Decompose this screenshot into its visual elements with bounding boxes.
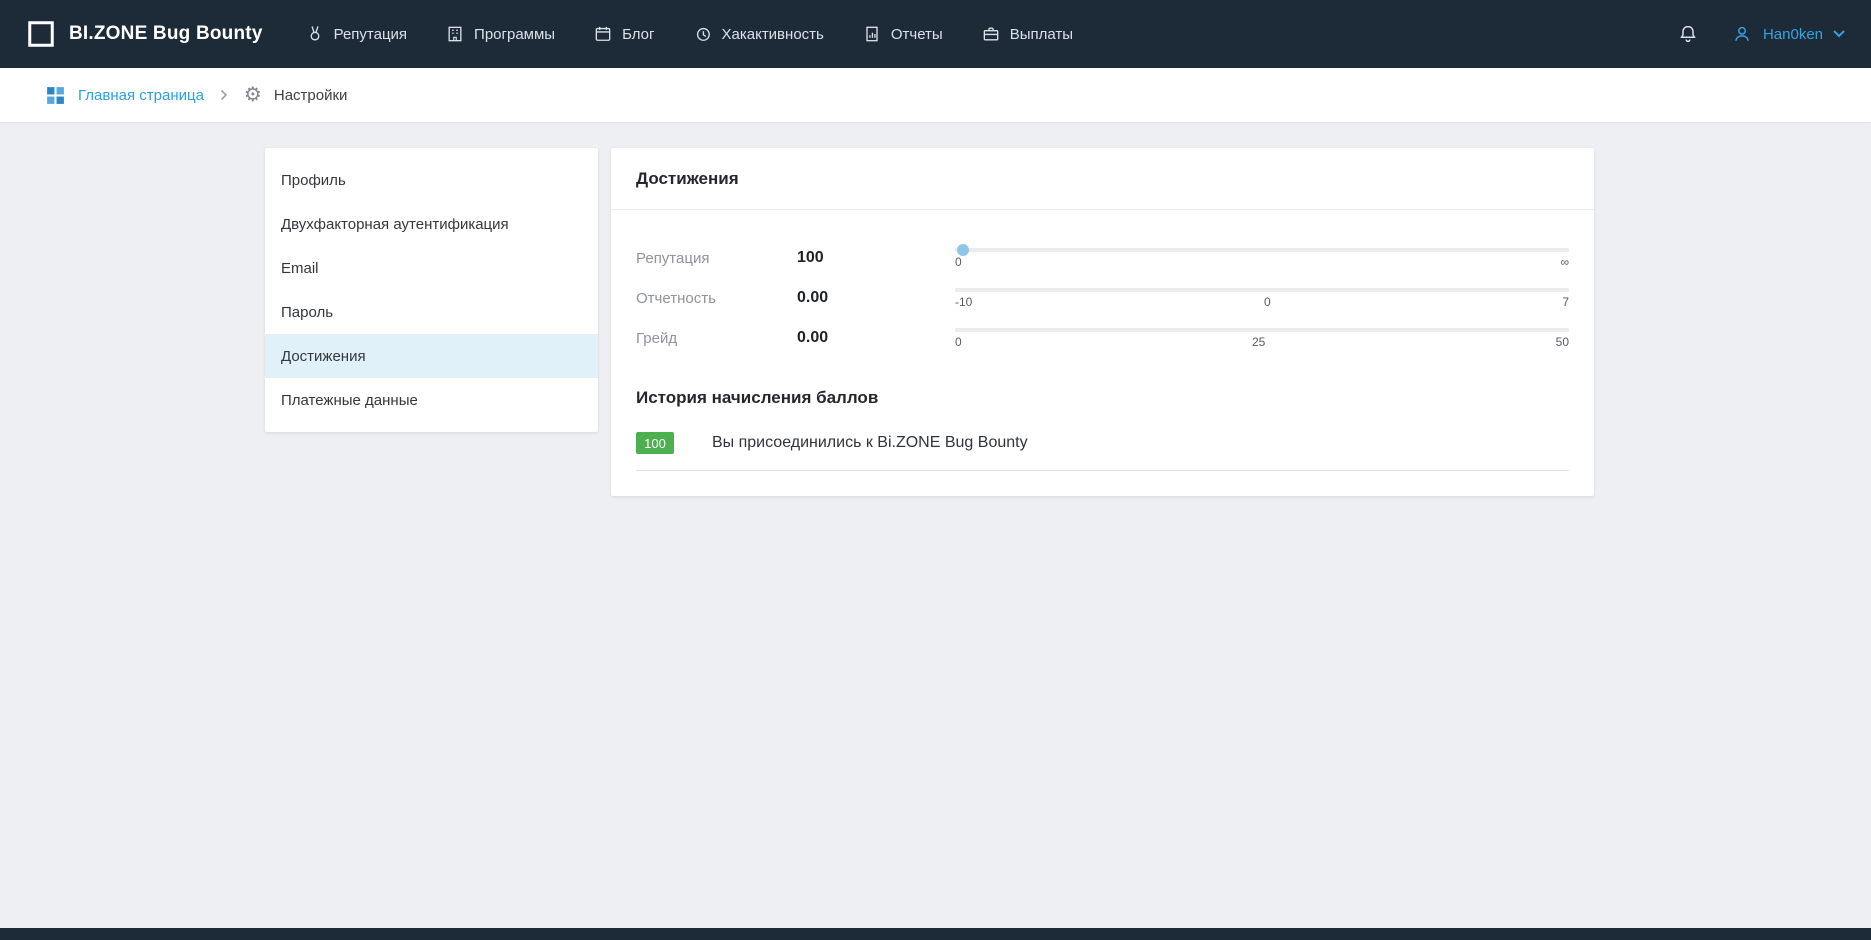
points-badge: 100 <box>636 432 674 454</box>
topnav-right: Han0ken <box>1677 23 1845 45</box>
metric-row-reporting: Отчетность 0.00 -10 0 7 <box>636 278 1569 318</box>
breadcrumb-home-link[interactable]: Главная страница <box>45 85 204 106</box>
nav-item-reports[interactable]: Отчеты <box>862 24 943 44</box>
reputation-icon <box>305 24 325 44</box>
slider-track <box>955 328 1569 332</box>
metric-label: Отчетность <box>636 290 797 307</box>
nav-item-label: Хакактивность <box>722 26 824 43</box>
grade-slider: 0 25 50 <box>955 328 1569 348</box>
metric-value: 0.00 <box>797 289 955 307</box>
nav-item-hackactivity[interactable]: Хакактивность <box>693 24 824 44</box>
slider-track <box>955 248 1569 252</box>
settings-sidebar: Профиль Двухфакторная аутентификация Ema… <box>265 148 598 432</box>
nav-item-label: Репутация <box>334 26 407 43</box>
username: Han0ken <box>1763 26 1823 43</box>
breadcrumb: Главная страница ⚙ Настройки <box>0 68 1871 122</box>
scale-mid: 0 <box>1264 296 1271 308</box>
history-entry: 100 Вы присоединились к Bi.ZONE Bug Boun… <box>636 432 1569 471</box>
nav-item-label: Отчеты <box>891 26 943 43</box>
history-entry-text: Вы присоединились к Bi.ZONE Bug Bounty <box>712 434 1028 452</box>
metric-label: Репутация <box>636 250 797 267</box>
slider-scale: 0 25 50 <box>955 336 1569 348</box>
metric-row-reputation: Репутация 100 0 ∞ <box>636 238 1569 278</box>
content-area: Профиль Двухфакторная аутентификация Ema… <box>0 122 1871 496</box>
user-icon <box>1731 23 1753 45</box>
sidebar-item-two-factor[interactable]: Двухфакторная аутентификация <box>265 202 598 246</box>
scale-mid: 25 <box>1252 336 1265 348</box>
top-navigation-bar: BI.ZONE Bug Bounty Репутация Программы Б… <box>0 0 1871 68</box>
blog-icon <box>593 24 613 44</box>
metric-value: 0.00 <box>797 329 955 347</box>
nav-item-label: Блог <box>622 26 654 43</box>
history-section-title: История начисления баллов <box>636 388 1569 408</box>
home-grid-icon <box>45 85 66 106</box>
scale-min: -10 <box>955 296 972 308</box>
sidebar-item-label: Платежные данные <box>281 392 418 409</box>
sidebar-item-label: Профиль <box>281 172 346 189</box>
settings-gear-icon: ⚙ <box>244 85 262 105</box>
metric-value: 100 <box>797 249 955 267</box>
footer-strip <box>0 928 1871 940</box>
sidebar-item-label: Email <box>281 260 319 277</box>
logo[interactable]: BI.ZONE Bug Bounty <box>26 19 263 49</box>
sidebar-item-payment-details[interactable]: Платежные данные <box>265 378 598 422</box>
slider-track <box>955 288 1569 292</box>
payouts-icon <box>981 24 1001 44</box>
chevron-down-icon <box>1833 30 1845 38</box>
panel-title: Достижения <box>611 148 1594 210</box>
sidebar-item-password[interactable]: Пароль <box>265 290 598 334</box>
logo-icon <box>26 19 56 49</box>
sidebar-item-label: Достижения <box>281 348 366 365</box>
programs-icon <box>445 24 465 44</box>
nav-item-label: Программы <box>474 26 555 43</box>
main-menu: Репутация Программы Блог Хакактивность <box>305 24 1073 44</box>
slider-handle <box>957 244 969 256</box>
reputation-slider: 0 ∞ <box>955 248 1569 268</box>
panel-body: Репутация 100 0 ∞ Отчетность 0.00 <box>611 210 1594 496</box>
nav-item-label: Выплаты <box>1010 26 1073 43</box>
breadcrumb-home-label: Главная страница <box>78 87 204 104</box>
reports-icon <box>862 24 882 44</box>
slider-scale: -10 0 7 <box>955 296 1569 308</box>
user-menu[interactable]: Han0ken <box>1731 23 1845 45</box>
scale-min: 0 <box>955 336 962 348</box>
scale-min: 0 <box>955 256 962 268</box>
nav-item-programs[interactable]: Программы <box>445 24 555 44</box>
nav-item-reputation[interactable]: Репутация <box>305 24 407 44</box>
logo-text: BI.ZONE Bug Bounty <box>69 23 263 45</box>
metric-label: Грейд <box>636 330 797 347</box>
hackactivity-icon <box>693 24 713 44</box>
breadcrumb-current-label: Настройки <box>274 87 348 104</box>
slider-scale: 0 ∞ <box>955 256 1569 268</box>
scale-max: 50 <box>1556 336 1569 348</box>
scale-max: ∞ <box>1560 256 1569 268</box>
sidebar-item-label: Пароль <box>281 304 333 321</box>
sidebar-item-email[interactable]: Email <box>265 246 598 290</box>
breadcrumb-current: ⚙ Настройки <box>244 85 348 105</box>
nav-item-blog[interactable]: Блог <box>593 24 654 44</box>
scale-max: 7 <box>1562 296 1569 308</box>
notifications-button[interactable] <box>1677 23 1699 45</box>
reporting-slider: -10 0 7 <box>955 288 1569 308</box>
breadcrumb-separator-icon <box>220 89 228 101</box>
metric-row-grade: Грейд 0.00 0 25 50 <box>636 318 1569 358</box>
bell-icon <box>1677 23 1699 45</box>
sidebar-item-achievements[interactable]: Достижения <box>265 334 598 378</box>
sidebar-item-label: Двухфакторная аутентификация <box>281 216 509 233</box>
nav-item-payouts[interactable]: Выплаты <box>981 24 1073 44</box>
achievements-panel: Достижения Репутация 100 0 ∞ Отчетность <box>611 148 1594 496</box>
sidebar-item-profile[interactable]: Профиль <box>265 158 598 202</box>
